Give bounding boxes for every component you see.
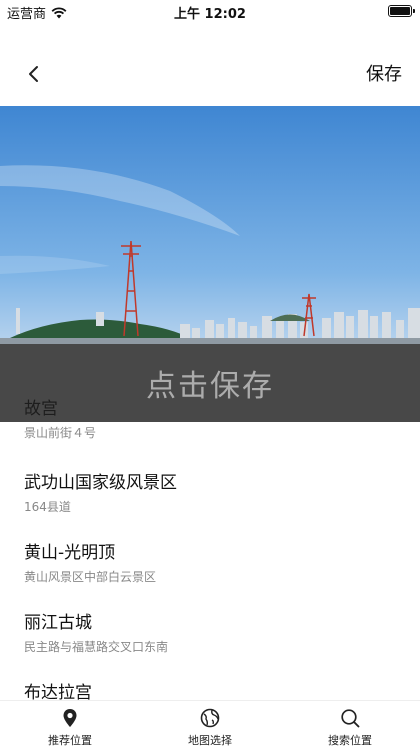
back-button[interactable] [22, 62, 46, 86]
tab-label: 推荐位置 [48, 734, 92, 747]
list-item[interactable]: 黄山-光明顶 黄山风景区中部白云景区 [0, 538, 420, 608]
tab-label: 地图选择 [188, 734, 232, 747]
battery-icon [388, 5, 415, 17]
status-time: 上午 12:02 [174, 7, 246, 22]
location-photo [0, 106, 420, 344]
place-address: 黄山风景区中部白云景区 [24, 570, 157, 584]
list-item[interactable]: 武功山国家级风景区 164县道 [0, 468, 420, 538]
list-item[interactable]: 丽江古城 民主路与福慧路交叉口东南 [0, 608, 420, 678]
place-address: 民主路与福慧路交叉口东南 [24, 640, 169, 654]
place-address: 景山前街４号 [24, 426, 97, 440]
place-name: 丽江古城 [24, 613, 92, 633]
tab-search[interactable]: 搜索位置 [280, 701, 420, 751]
tab-map[interactable]: 地图选择 [140, 701, 280, 751]
tab-label: 搜索位置 [328, 734, 372, 747]
globe-icon [200, 708, 220, 728]
place-address: 164县道 [24, 500, 71, 514]
place-name: 黄山-光明顶 [24, 543, 116, 563]
tab-recommended[interactable]: 推荐位置 [0, 701, 140, 751]
tap-to-save-text: 点击保存 [146, 369, 274, 404]
tab-bar: 推荐位置 地图选择 搜索位置 [0, 700, 420, 751]
nav-bar: 保存 [0, 44, 420, 104]
place-name: 武功山国家级风景区 [24, 473, 177, 493]
tap-to-save-overlay[interactable]: 点击保存 [0, 344, 420, 422]
save-button[interactable]: 保存 [366, 60, 402, 86]
search-icon [341, 709, 360, 728]
location-pin-icon [63, 709, 77, 727]
status-bar: 运营商 上午 12:02 [0, 0, 420, 22]
